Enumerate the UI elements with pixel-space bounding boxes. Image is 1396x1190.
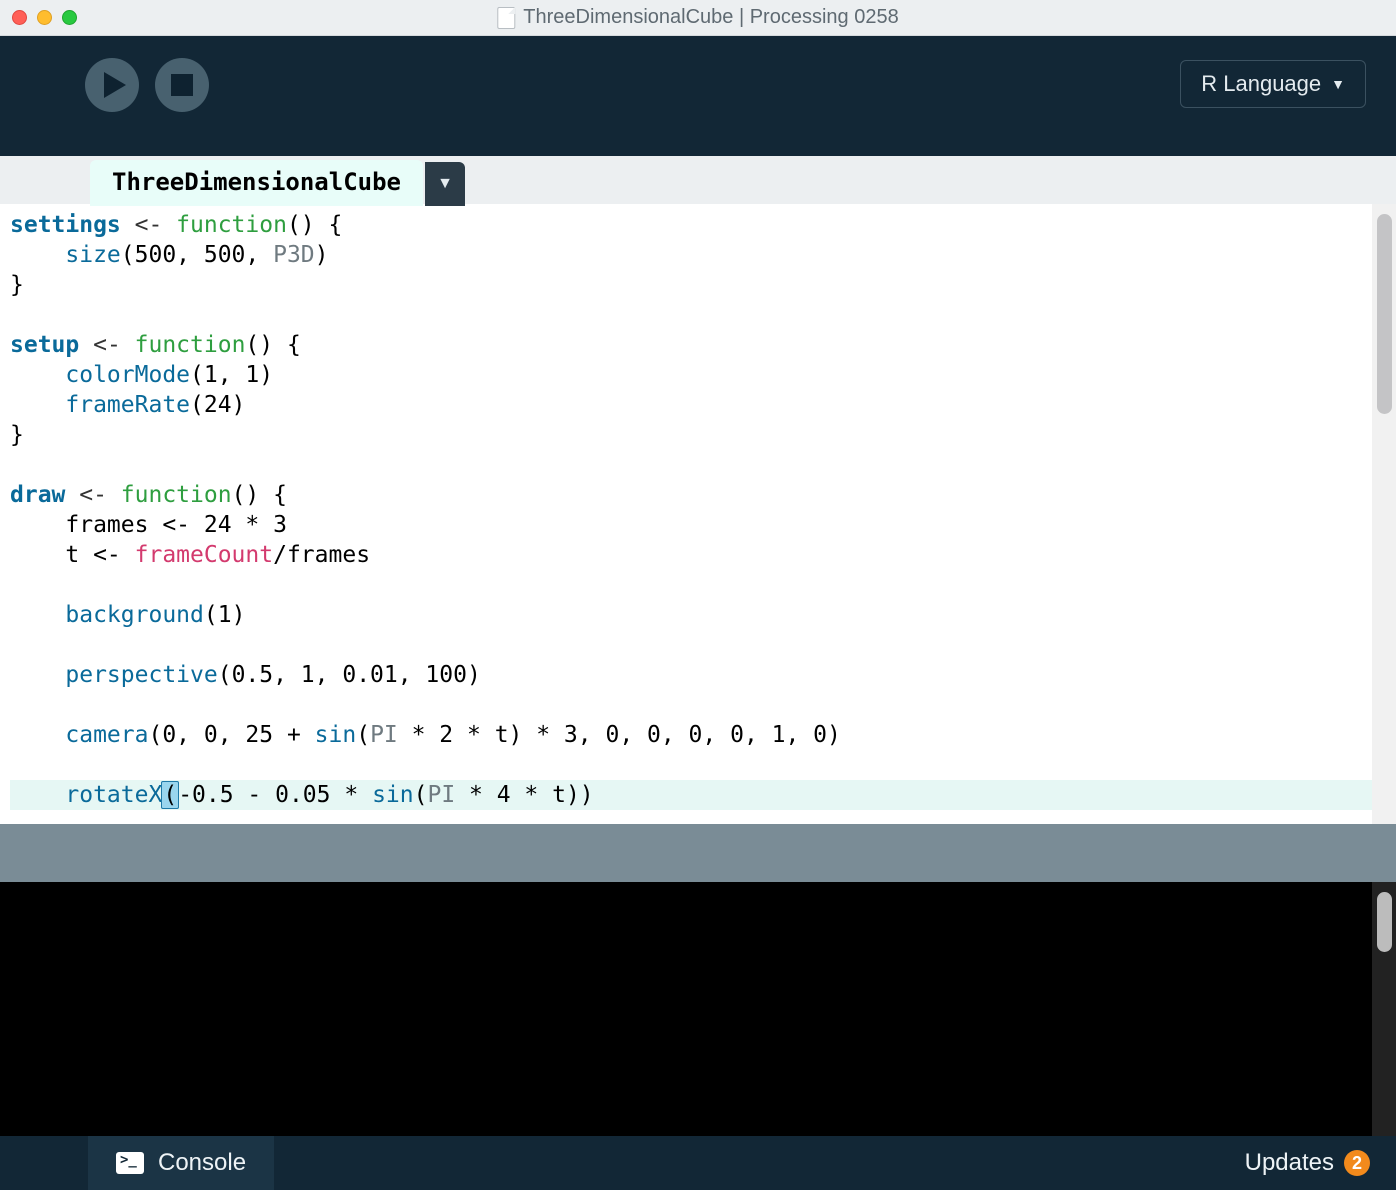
titlebar: ThreeDimensionalCube | Processing 0258 — [0, 0, 1396, 36]
tab-menu-button[interactable]: ▼ — [425, 162, 465, 206]
code-line: setup <- function() { — [10, 330, 1396, 360]
code-line — [10, 690, 1396, 720]
play-icon — [104, 72, 126, 98]
close-window-button[interactable] — [12, 10, 27, 25]
code-line — [10, 300, 1396, 330]
stop-icon — [171, 74, 193, 96]
stop-button[interactable] — [155, 58, 209, 112]
console-tab-label: Console — [158, 1149, 246, 1177]
run-button[interactable] — [85, 58, 139, 112]
window-controls — [12, 10, 77, 25]
minimize-window-button[interactable] — [37, 10, 52, 25]
code-line — [10, 570, 1396, 600]
chevron-down-icon: ▼ — [437, 175, 453, 193]
code-line — [10, 630, 1396, 660]
toolbar: R Language ▼ — [0, 36, 1396, 156]
code-line — [10, 450, 1396, 480]
window-title-group: ThreeDimensionalCube | Processing 0258 — [497, 6, 898, 29]
code-line — [10, 750, 1396, 780]
chevron-down-icon: ▼ — [1331, 76, 1345, 92]
console-scrollbar[interactable] — [1377, 892, 1392, 952]
console-tab[interactable]: Console — [88, 1136, 274, 1190]
language-mode-selector[interactable]: R Language ▼ — [1180, 60, 1366, 108]
code-line: size(500, 500, P3D) — [10, 240, 1396, 270]
code-line: rotateX(-0.5 - 0.05 * sin(PI * 4 * t)) — [10, 780, 1396, 810]
document-icon — [497, 7, 515, 29]
code-line: draw <- function() { — [10, 480, 1396, 510]
code-line: perspective(0.5, 1, 0.01, 100) — [10, 660, 1396, 690]
updates-count-badge: 2 — [1344, 1150, 1370, 1176]
updates-label: Updates — [1245, 1149, 1334, 1177]
tab-active[interactable]: ThreeDimensionalCube — [90, 160, 423, 206]
code-line: t <- frameCount/frames — [10, 540, 1396, 570]
tab-label: ThreeDimensionalCube — [112, 168, 401, 196]
console-output — [0, 882, 1396, 1136]
code-line: camera(0, 0, 25 + sin(PI * 2 * t) * 3, 0… — [10, 720, 1396, 750]
updates-button[interactable]: Updates 2 — [1245, 1149, 1370, 1177]
language-mode-label: R Language — [1201, 71, 1321, 97]
code-editor[interactable]: settings <- function() { size(500, 500, … — [0, 204, 1396, 824]
code-line: } — [10, 420, 1396, 450]
console-icon — [116, 1152, 144, 1174]
editor-scrollbar[interactable] — [1377, 214, 1392, 414]
run-controls — [85, 58, 209, 112]
status-bar: Console Updates 2 — [0, 1136, 1396, 1190]
code-line: background(1) — [10, 600, 1396, 630]
pane-divider[interactable] — [0, 824, 1396, 882]
tabs-row: ThreeDimensionalCube ▼ — [0, 156, 1396, 206]
maximize-window-button[interactable] — [62, 10, 77, 25]
code-line: frames <- 24 * 3 — [10, 510, 1396, 540]
editor-area: settings <- function() { size(500, 500, … — [0, 204, 1396, 824]
code-line: frameRate(24) — [10, 390, 1396, 420]
code-line: settings <- function() { — [10, 210, 1396, 240]
updates-count: 2 — [1352, 1153, 1362, 1174]
code-line: } — [10, 270, 1396, 300]
window-title: ThreeDimensionalCube | Processing 0258 — [523, 6, 898, 29]
code-line: colorMode(1, 1) — [10, 360, 1396, 390]
